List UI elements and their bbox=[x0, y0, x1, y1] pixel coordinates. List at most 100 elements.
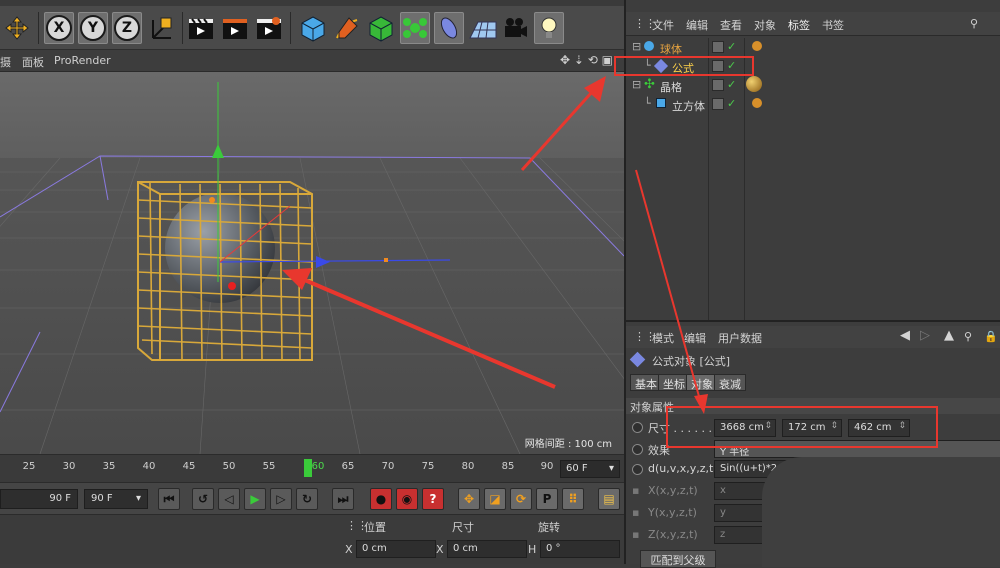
next-key-button[interactable]: ↻ bbox=[296, 488, 318, 510]
d-function-label: d(u,v,x,y,z,t) bbox=[648, 462, 718, 475]
forward-arrow-icon[interactable]: ▷ bbox=[920, 328, 930, 343]
tree-collapse-icon[interactable]: ⊟ bbox=[632, 40, 641, 53]
camera-icon bbox=[505, 18, 527, 37]
visible-check-icon[interactable]: ✓ bbox=[727, 40, 736, 53]
material-tag-icon[interactable] bbox=[752, 41, 762, 51]
object-name[interactable]: 球体 bbox=[660, 41, 682, 57]
up-arrow-icon[interactable]: ▲ bbox=[944, 328, 954, 343]
timeline-tick: 25 bbox=[22, 461, 36, 472]
timeline-ruler[interactable]: 25 30 35 40 45 50 55 60 65 70 75 80 85 9… bbox=[0, 454, 624, 482]
viewport-menu-prorender[interactable]: ProRender bbox=[54, 54, 111, 67]
enabled-check-icon[interactable]: ✓ bbox=[727, 97, 736, 110]
keyframe-selection-button[interactable]: ? bbox=[422, 488, 444, 510]
animate-size-radio[interactable] bbox=[632, 422, 643, 433]
key-rotation-button[interactable]: ⟳ bbox=[510, 488, 532, 510]
play-button[interactable]: ▶ bbox=[244, 488, 266, 510]
object-row-lattice[interactable]: ⊟ ✣ 晶格 ✓ bbox=[626, 76, 1000, 95]
cube-object-button[interactable] bbox=[298, 12, 328, 44]
menu-edit[interactable]: 编辑 bbox=[684, 330, 706, 346]
y-axis-button[interactable]: Y bbox=[78, 12, 108, 44]
next-frame-button[interactable]: ▷ bbox=[270, 488, 292, 510]
key-position-button[interactable]: ✥ bbox=[458, 488, 480, 510]
viewport-scene bbox=[0, 72, 624, 454]
previous-key-button[interactable]: ↺ bbox=[192, 488, 214, 510]
menu-edit[interactable]: 编辑 bbox=[686, 17, 708, 33]
key-pla-button[interactable]: ⠿ bbox=[562, 488, 584, 510]
timeline-window-button[interactable]: ▤ bbox=[598, 488, 620, 510]
search-icon[interactable]: ⚲ bbox=[970, 17, 978, 30]
sphere-icon bbox=[644, 41, 654, 51]
timeline-tick: 45 bbox=[182, 461, 196, 472]
object-row-cube[interactable]: └ 立方体 ✓ bbox=[626, 95, 1000, 114]
previous-frame-button[interactable]: ◁ bbox=[218, 488, 240, 510]
fit-to-parent-button[interactable]: 匹配到父级 bbox=[640, 550, 716, 568]
spline-pen-button[interactable] bbox=[332, 12, 362, 44]
menu-file[interactable]: 文件 bbox=[652, 17, 674, 33]
transport-bar: 90 F 90 F ▾ ⏮ ↺ ◁ ▶ ▷ ↻ ⏭ ● ◉ ? ✥ ◪ ⟳ P ⠿… bbox=[0, 482, 624, 514]
tab-falloff[interactable]: 衰减 bbox=[714, 374, 746, 391]
animate-effect-radio[interactable] bbox=[632, 444, 643, 455]
attribute-manager-menubar: ⋮⋮ 模式 编辑 用户数据 ◀ ▷ ▲ ⚲ 🔒 bbox=[626, 326, 1000, 348]
record-button[interactable]: ● bbox=[370, 488, 392, 510]
rotation-h-field[interactable]: 0 ° bbox=[540, 540, 620, 558]
menu-user-data[interactable]: 用户数据 bbox=[718, 330, 762, 346]
menu-view[interactable]: 查看 bbox=[720, 17, 742, 33]
go-to-end-button[interactable]: ⏭ bbox=[332, 488, 354, 510]
layer-box[interactable] bbox=[712, 79, 724, 91]
floor-button[interactable] bbox=[468, 12, 498, 44]
z-function-label: Z(x,y,z,t) bbox=[648, 528, 698, 541]
camera-button[interactable] bbox=[500, 12, 530, 44]
go-to-start-button[interactable]: ⏮ bbox=[158, 488, 180, 510]
size-x-field[interactable]: 0 cm bbox=[447, 540, 527, 558]
viewport-menu-bar: 摄 面板 ProRender ✥ ⇣ ⟲ ▣ bbox=[0, 50, 624, 72]
start-frame-field[interactable]: 90 F bbox=[0, 489, 78, 509]
timeline-tick: 90 bbox=[540, 461, 554, 472]
render-view-button[interactable] bbox=[186, 12, 216, 44]
deformer-button[interactable] bbox=[434, 12, 464, 44]
auto-key-button[interactable]: ◉ bbox=[396, 488, 418, 510]
viewport-menu-item[interactable]: 摄 bbox=[0, 54, 11, 70]
key-parameter-button[interactable]: P bbox=[536, 488, 558, 510]
3d-viewport[interactable]: 网格间距 : 100 cm bbox=[0, 72, 624, 454]
move-tool-button[interactable] bbox=[2, 12, 32, 44]
menu-object[interactable]: 对象 bbox=[754, 17, 776, 33]
end-frame-field[interactable]: 90 F ▾ bbox=[84, 489, 148, 509]
render-picture-viewer-button[interactable] bbox=[220, 12, 250, 44]
subdivision-button[interactable] bbox=[366, 12, 396, 44]
layer-box[interactable] bbox=[712, 98, 724, 110]
enabled-check-icon[interactable]: ✓ bbox=[727, 78, 736, 91]
fx-row-marker: ▪ bbox=[632, 484, 640, 497]
playhead-marker[interactable] bbox=[304, 459, 312, 477]
viewport-menu-panel[interactable]: 面板 bbox=[22, 54, 44, 70]
position-x-field[interactable]: 0 cm bbox=[356, 540, 436, 558]
clapper-render-icon bbox=[223, 19, 247, 39]
coordinate-system-button[interactable] bbox=[146, 12, 176, 44]
x-function-label: X(x,y,z,t) bbox=[648, 484, 698, 497]
timeline-tick: 55 bbox=[262, 461, 276, 472]
cloner-button[interactable] bbox=[400, 12, 430, 44]
current-frame-field[interactable]: 60 F ▾ bbox=[560, 460, 620, 478]
search-icon[interactable]: ⚲ bbox=[964, 330, 972, 343]
x-axis-button[interactable]: X bbox=[44, 12, 74, 44]
layer-box[interactable] bbox=[712, 41, 724, 53]
y-axis-icon: Y bbox=[80, 15, 106, 41]
position-x-label: X bbox=[345, 543, 353, 556]
menu-mode[interactable]: 模式 bbox=[652, 330, 674, 346]
animate-d-radio[interactable] bbox=[632, 464, 643, 475]
object-name[interactable]: 立方体 bbox=[672, 98, 705, 114]
viewport-nav-icons[interactable]: ✥ ⇣ ⟲ ▣ bbox=[560, 53, 613, 67]
key-scale-button[interactable]: ◪ bbox=[484, 488, 506, 510]
light-button[interactable] bbox=[534, 12, 564, 44]
lock-icon[interactable]: 🔒 bbox=[984, 330, 998, 343]
z-axis-button[interactable]: Z bbox=[112, 12, 142, 44]
back-arrow-icon[interactable]: ◀ bbox=[900, 328, 910, 343]
lattice-icon: ✣ bbox=[644, 77, 655, 92]
object-name[interactable]: 晶格 bbox=[660, 79, 682, 95]
material-tag-icon[interactable] bbox=[752, 98, 762, 108]
material-ball-icon[interactable] bbox=[746, 76, 762, 92]
tree-collapse-icon[interactable]: ⊟ bbox=[632, 78, 641, 91]
render-settings-button[interactable] bbox=[254, 12, 284, 44]
menu-tags[interactable]: 标签 bbox=[788, 17, 810, 33]
object-row-sphere[interactable]: ⊟ 球体 ✓ bbox=[626, 38, 1000, 57]
menu-bookmarks[interactable]: 书签 bbox=[822, 17, 844, 33]
